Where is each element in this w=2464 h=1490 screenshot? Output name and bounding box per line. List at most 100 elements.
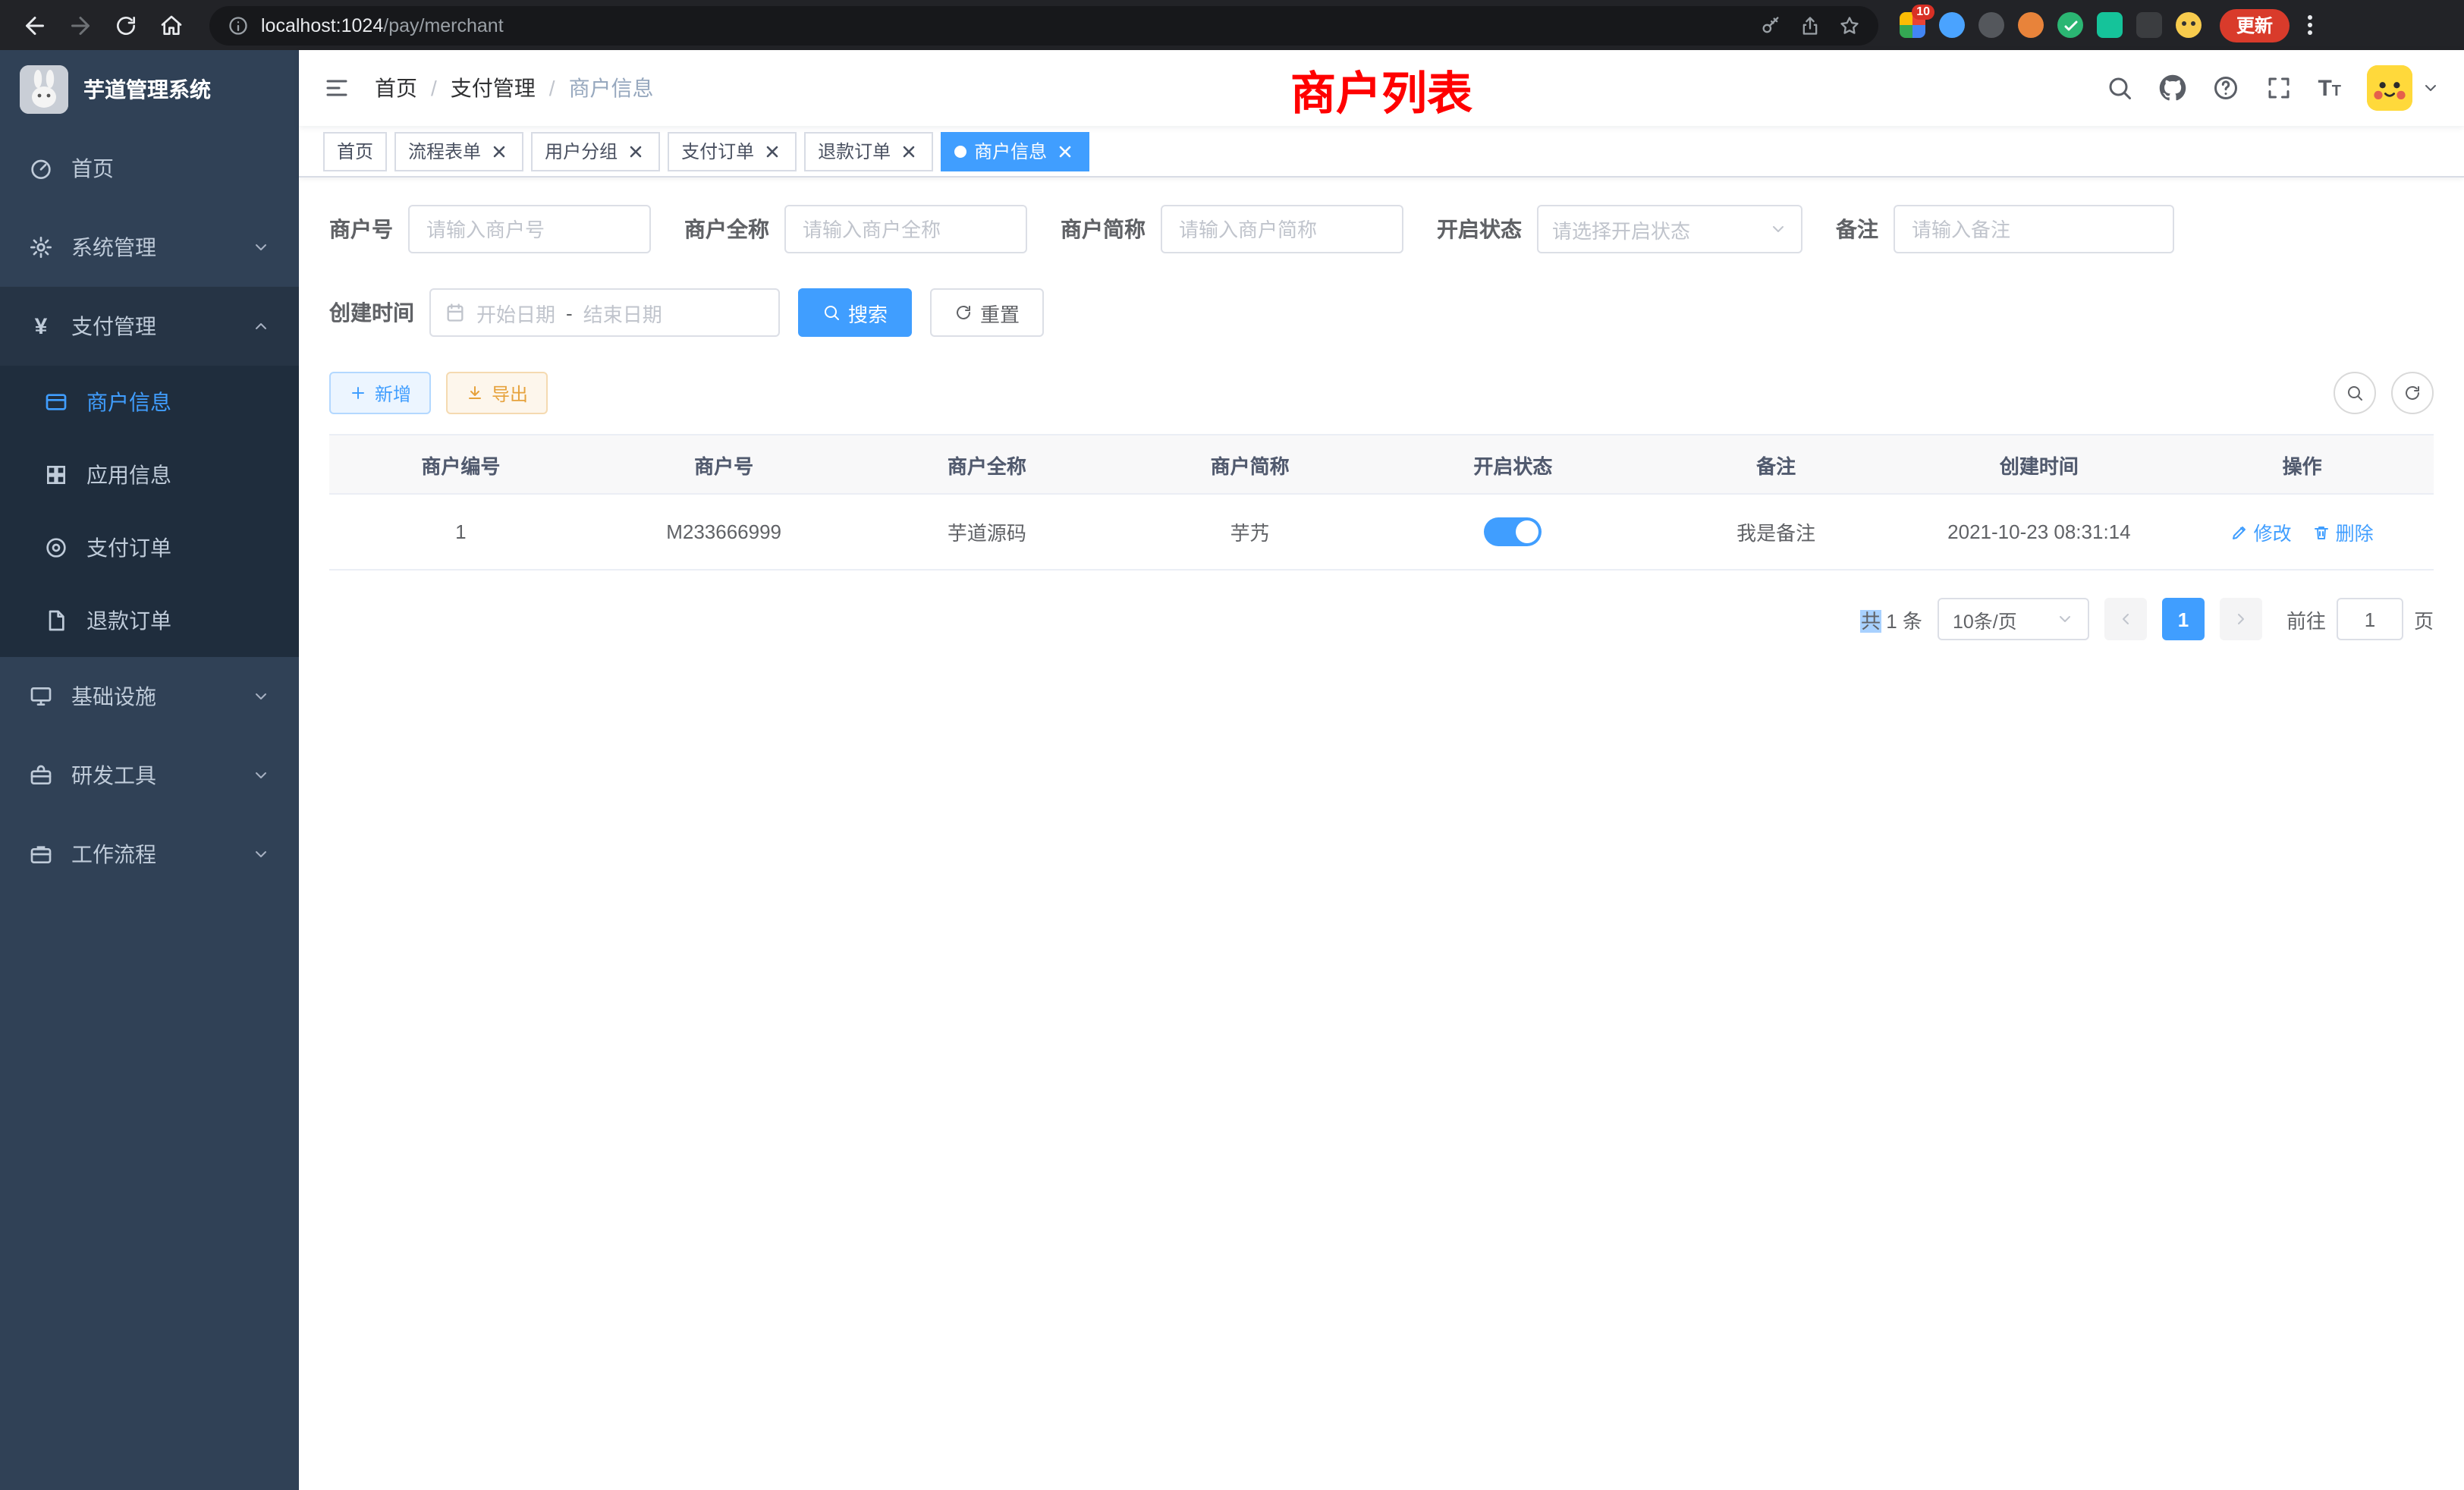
extension-blue-drop-icon[interactable] [1939, 12, 1965, 38]
breadcrumb-payment[interactable]: 支付管理 [451, 73, 536, 103]
browser-menu-icon[interactable] [2302, 9, 2318, 41]
font-size-icon[interactable]: TT [2318, 77, 2341, 99]
extension-green-check-icon[interactable] [2057, 12, 2083, 38]
sidebar-item-dev-tools[interactable]: 研发工具 [0, 736, 299, 815]
toggle-search-button[interactable] [2334, 372, 2376, 414]
full-name-input[interactable] [784, 205, 1027, 253]
github-icon[interactable] [2158, 74, 2186, 102]
refresh-table-button[interactable] [2391, 372, 2434, 414]
tab-home[interactable]: 首页 [323, 131, 387, 171]
sidebar-item-payment-orders[interactable]: 支付订单 [0, 511, 299, 584]
current-page-button[interactable]: 1 [2162, 598, 2205, 640]
header-search-icon[interactable] [2105, 74, 2132, 102]
merchant-no-input[interactable] [408, 205, 651, 253]
browser-window: localhost:1024/pay/merchant 10 更新 [0, 0, 2464, 1490]
sidebar-item-system[interactable]: 系统管理 [0, 208, 299, 287]
pagination: 共 1 条 10条/页 1 前往 页 [329, 598, 2434, 640]
sidebar-item-merchant-info[interactable]: 商户信息 [0, 366, 299, 439]
extension-orange-icon[interactable] [2018, 12, 2044, 38]
browser-profile-avatar[interactable] [2176, 12, 2202, 38]
prev-page-button[interactable] [2104, 598, 2147, 640]
navbar-actions: TT [2105, 65, 2440, 111]
goto-label: 前往 [2286, 605, 2326, 633]
browser-home-button[interactable] [152, 5, 191, 45]
sidebar: 芋道管理系统 首页 系统管理 ¥ 支付管理 商户信息 [0, 50, 299, 1490]
browser-back-button[interactable] [15, 5, 55, 45]
breadcrumb: 首页 / 支付管理 / 商户信息 [375, 73, 654, 103]
tab-payment-orders[interactable]: 支付订单 [668, 131, 797, 171]
table-toolbar: 新增 导出 [329, 372, 2434, 414]
tab-user-group[interactable]: 用户分组 [531, 131, 660, 171]
close-icon[interactable] [898, 140, 919, 162]
close-icon[interactable] [1054, 140, 1076, 162]
fullscreen-icon[interactable] [2264, 74, 2292, 102]
sidebar-item-home[interactable]: 首页 [0, 129, 299, 208]
sidebar-item-payment[interactable]: ¥ 支付管理 [0, 287, 299, 366]
chevron-down-icon [252, 845, 270, 863]
monitor-icon [29, 684, 53, 709]
tab-merchant-info[interactable]: 商户信息 [941, 131, 1089, 171]
help-icon[interactable] [2211, 74, 2239, 102]
calendar-icon [445, 302, 466, 323]
user-menu[interactable] [2367, 65, 2440, 111]
logo-rabbit-avatar [20, 65, 68, 114]
sidebar-item-workflow[interactable]: 工作流程 [0, 815, 299, 894]
pagination-total: 共 1 条 [1861, 605, 1922, 633]
filter-row-1: 商户号 商户全称 商户简称 开启状态 请选择开启状态 [329, 205, 2434, 253]
browser-forward-button[interactable] [61, 5, 100, 45]
chevron-down-icon [252, 766, 270, 784]
user-avatar[interactable] [2367, 65, 2412, 111]
close-icon[interactable] [625, 140, 646, 162]
sidebar-item-infrastructure[interactable]: 基础设施 [0, 657, 299, 736]
filter-full-name: 商户全称 [684, 205, 1027, 253]
main-area: 商户列表 首页 / 支付管理 / 商户信息 TT [299, 50, 2464, 1490]
document-icon [44, 608, 68, 633]
close-icon[interactable] [762, 140, 783, 162]
sidebar-item-app-info[interactable]: 应用信息 [0, 439, 299, 511]
share-icon[interactable] [1799, 14, 1821, 36]
address-bar[interactable]: localhost:1024/pay/merchant [209, 5, 1878, 45]
bookmark-star-icon[interactable] [1839, 14, 1860, 36]
reset-button[interactable]: 重置 [930, 288, 1044, 337]
status-toggle[interactable] [1484, 517, 1542, 546]
active-tab-dot [954, 145, 966, 157]
page-content: 商户号 商户全称 商户简称 开启状态 请选择开启状态 [299, 178, 2464, 1490]
extension-knot-icon[interactable] [2136, 12, 2162, 38]
export-button[interactable]: 导出 [446, 372, 548, 414]
breadcrumb-home[interactable]: 首页 [375, 73, 417, 103]
end-date-placeholder: 结束日期 [583, 298, 662, 327]
extension-green-square-icon[interactable] [2097, 12, 2123, 38]
goto-page-input[interactable] [2337, 598, 2403, 640]
add-button[interactable]: 新增 [329, 372, 431, 414]
password-key-icon[interactable] [1760, 14, 1781, 36]
close-icon[interactable] [489, 140, 510, 162]
delete-link[interactable]: 删除 [2313, 517, 2374, 546]
breadcrumb-current: 商户信息 [569, 73, 654, 103]
browser-chrome: localhost:1024/pay/merchant 10 更新 [0, 0, 2464, 50]
browser-update-button[interactable]: 更新 [2220, 8, 2290, 42]
page-size-select[interactable]: 10条/页 [1938, 598, 2089, 640]
browser-refresh-button[interactable] [106, 5, 146, 45]
extension-colorful-icon[interactable]: 10 [1900, 12, 1925, 38]
tab-process-form[interactable]: 流程表单 [394, 131, 523, 171]
toolbar-right [2334, 372, 2434, 414]
next-page-button[interactable] [2220, 598, 2262, 640]
remark-input[interactable] [1894, 205, 2174, 253]
extension-dark-icon[interactable] [1978, 12, 2004, 38]
grid-icon [44, 463, 68, 487]
app-root: 芋道管理系统 首页 系统管理 ¥ 支付管理 商户信息 [0, 50, 2464, 1490]
hamburger-icon[interactable] [323, 74, 350, 102]
sidebar-logo[interactable]: 芋道管理系统 [0, 50, 299, 129]
sidebar-item-refund-orders[interactable]: 退款订单 [0, 584, 299, 657]
extension-badge: 10 [1912, 5, 1934, 20]
breadcrumb-separator: / [549, 76, 555, 100]
status-select[interactable]: 请选择开启状态 [1537, 205, 1802, 253]
date-range-picker[interactable]: 开始日期 - 结束日期 [429, 288, 780, 337]
search-button[interactable]: 搜索 [798, 288, 912, 337]
tab-refund-orders[interactable]: 退款订单 [804, 131, 933, 171]
edit-link[interactable]: 修改 [2231, 517, 2292, 546]
toolbox-icon [29, 763, 53, 787]
short-name-input[interactable] [1161, 205, 1403, 253]
site-info-icon[interactable] [228, 14, 249, 36]
cell-full-name: 芋道源码 [856, 517, 1119, 546]
